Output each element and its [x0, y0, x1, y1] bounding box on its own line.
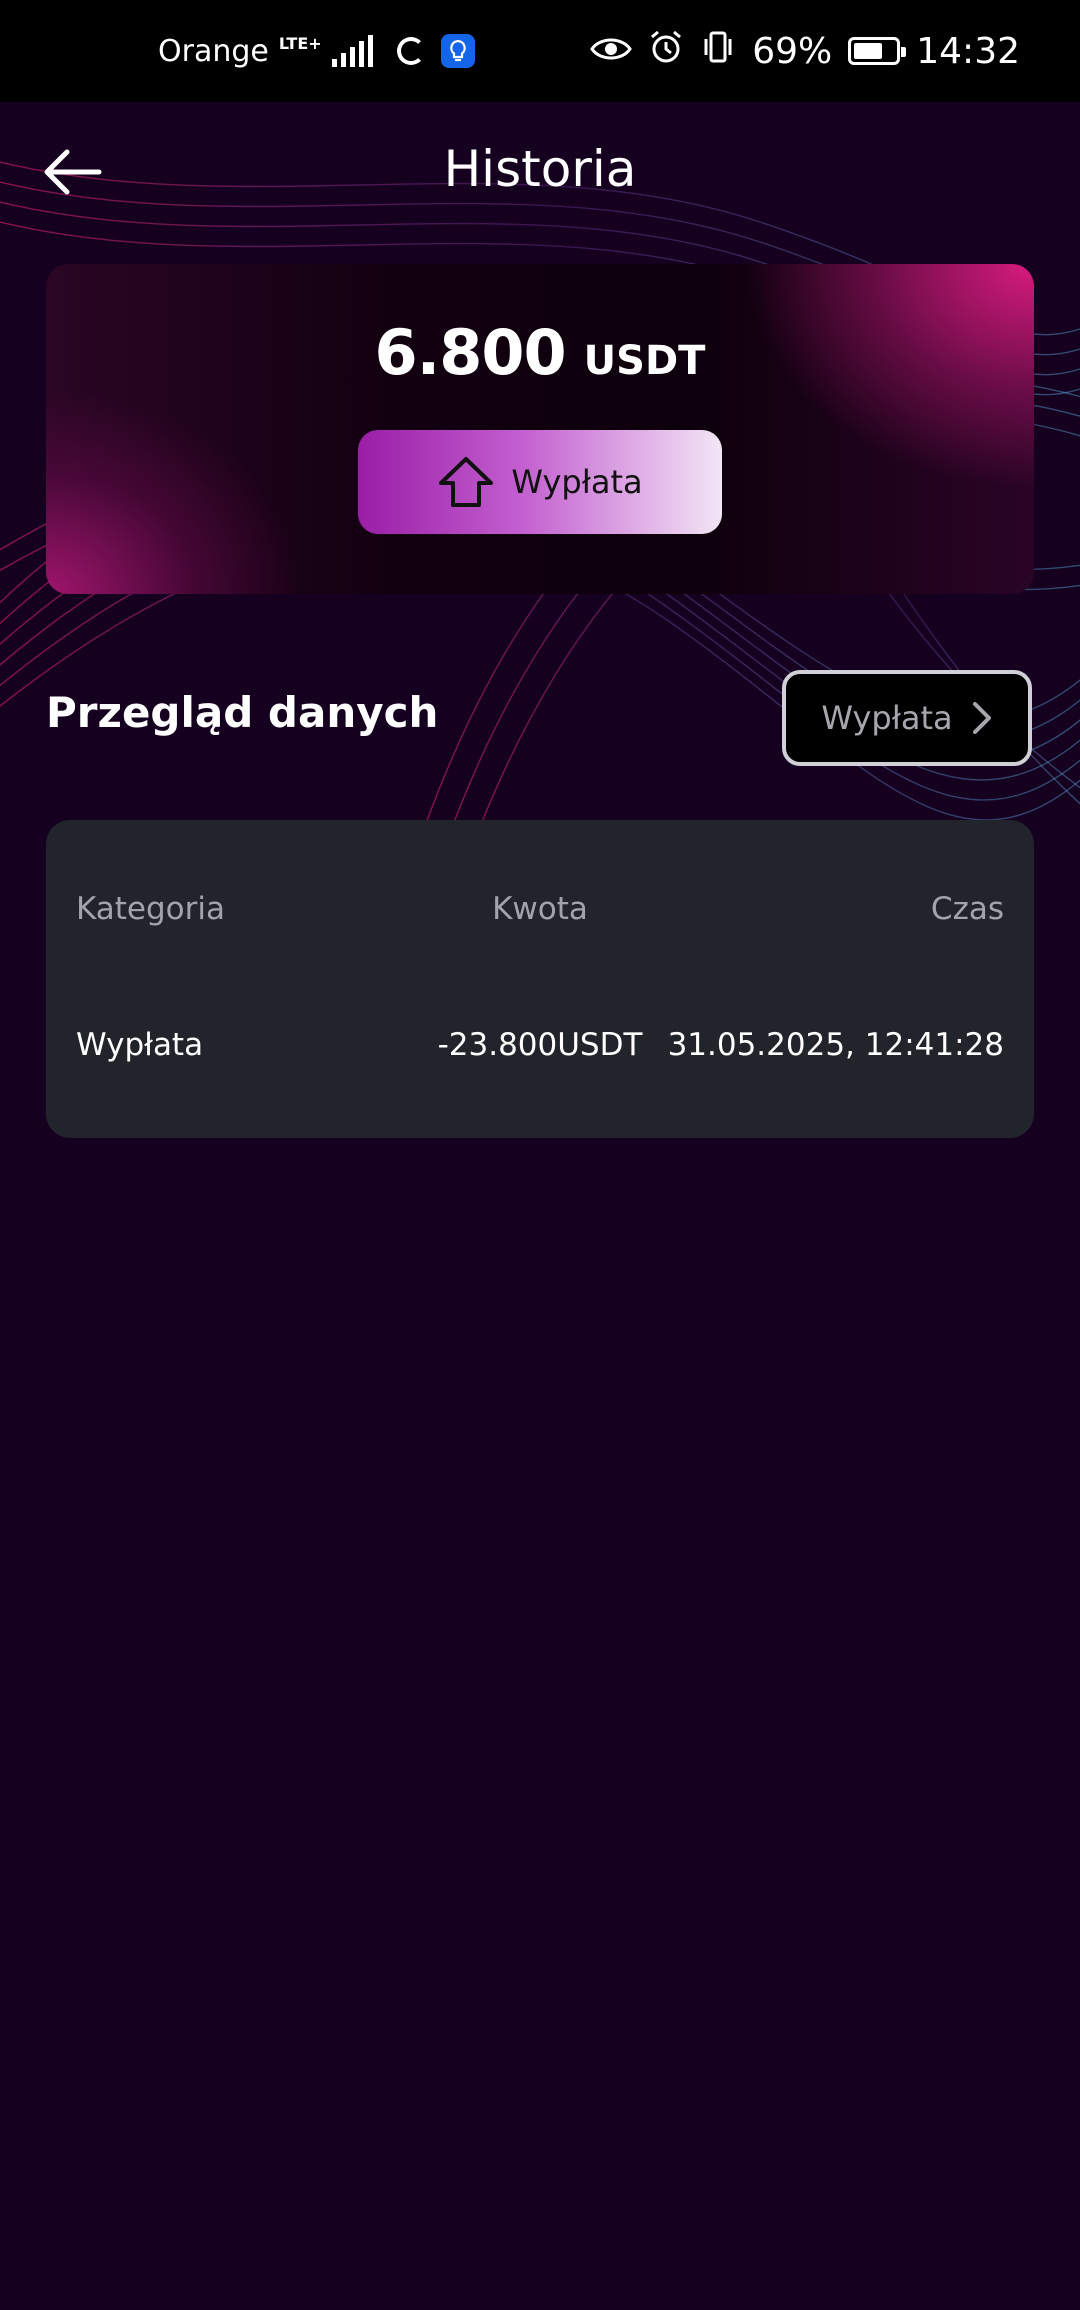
table-header: Kategoria Kwota Czas: [76, 891, 1004, 941]
balance-amount: 6.800: [374, 316, 567, 389]
carrier-label: Orange: [158, 33, 269, 69]
section-title: Przegląd danych: [46, 688, 439, 737]
row-time: 31.05.2025, 12:41:28: [667, 1027, 1004, 1063]
sync-icon: [396, 37, 425, 65]
house-up-arrow-icon: [439, 457, 494, 507]
status-right: 69% 14:32: [590, 0, 1020, 102]
withdraw-filter-label: Wypłata: [821, 699, 953, 737]
balance-currency: USDT: [583, 338, 706, 384]
status-bar: Orange LTE+ 69% 14:32: [0, 0, 1080, 102]
eye-icon: [590, 31, 633, 72]
chevron-right-icon: [972, 702, 991, 734]
alarm-icon: [648, 29, 684, 74]
battery-icon: [848, 37, 907, 65]
signal-icon: [331, 35, 373, 67]
withdraw-filter-button[interactable]: Wypłata: [782, 670, 1032, 766]
balance-row: 6.800 USDT: [46, 316, 1034, 389]
balance-card: 6.800 USDT Wypłata: [46, 264, 1034, 594]
network-type-label: LTE+: [278, 34, 322, 53]
withdraw-button-label: Wypłata: [511, 463, 643, 501]
clock: 14:32: [916, 30, 1020, 72]
history-table: Kategoria Kwota Czas Wypłata -23.800USDT…: [46, 820, 1034, 1138]
vibrate-icon: [700, 29, 736, 74]
page-title: Historia: [443, 140, 637, 198]
table-row[interactable]: Wypłata -23.800USDT 31.05.2025, 12:41:28: [76, 1027, 1004, 1077]
column-header-time: Czas: [930, 891, 1004, 927]
withdraw-button[interactable]: Wypłata: [358, 430, 722, 534]
status-left: Orange LTE+: [158, 0, 475, 102]
battery-percent: 69%: [752, 30, 833, 72]
column-header-amount: Kwota: [492, 891, 588, 927]
bulb-icon: [440, 34, 475, 68]
